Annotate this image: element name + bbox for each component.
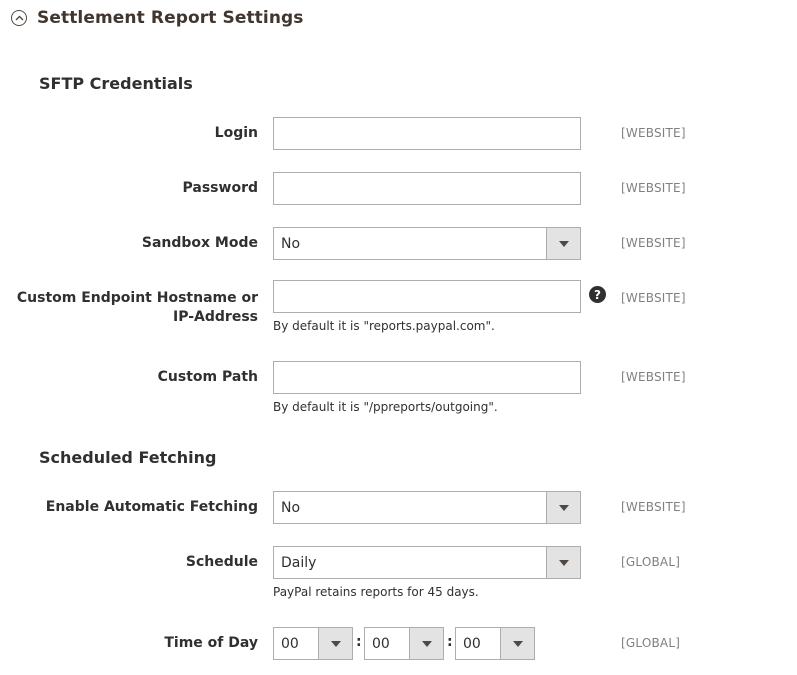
chevron-down-icon[interactable] (546, 228, 580, 259)
password-scope: [WEBSITE] (621, 181, 686, 195)
sftp-credentials-heading: SFTP Credentials (39, 74, 193, 93)
password-input[interactable] (273, 172, 581, 205)
schedule-label: Schedule (185, 554, 258, 570)
hostname-label: Custom Endpoint Hostname or IP-Address (16, 290, 258, 325)
chevron-down-icon[interactable] (409, 628, 443, 659)
password-label: Password (182, 180, 258, 196)
help-icon[interactable]: ? (589, 286, 606, 303)
second-value: 00 (463, 635, 481, 652)
custom-path-scope: [WEBSITE] (621, 370, 686, 384)
enable-fetching-select[interactable]: No (273, 491, 581, 524)
custom-path-input[interactable] (273, 361, 581, 394)
hostname-scope: [WEBSITE] (621, 291, 686, 305)
schedule-value: Daily (281, 554, 317, 571)
scheduled-fetching-heading: Scheduled Fetching (39, 448, 217, 467)
enable-fetching-value: No (281, 499, 301, 516)
section-header[interactable]: Settlement Report Settings (11, 6, 304, 30)
chevron-down-icon[interactable] (546, 547, 580, 578)
chevron-down-icon[interactable] (500, 628, 534, 659)
chevron-down-icon[interactable] (546, 492, 580, 523)
time-of-day-scope: [GLOBAL] (621, 636, 681, 650)
login-scope: [WEBSITE] (621, 126, 686, 140)
section-title: Settlement Report Settings (37, 8, 304, 28)
schedule-scope: [GLOBAL] (621, 555, 681, 569)
sandbox-mode-select[interactable]: No (273, 227, 581, 260)
chevron-down-icon[interactable] (318, 628, 352, 659)
sandbox-mode-value: No (281, 235, 301, 252)
chevron-up-icon[interactable] (11, 10, 27, 26)
hostname-note: By default it is "reports.paypal.com". (273, 319, 495, 333)
second-select[interactable]: 00 (455, 627, 535, 660)
hour-value: 00 (281, 635, 299, 652)
custom-path-note: By default it is "/ppreports/outgoing". (273, 400, 498, 414)
sandbox-mode-label: Sandbox Mode (141, 235, 258, 251)
minute-select[interactable]: 00 (364, 627, 444, 660)
hostname-input[interactable] (273, 280, 581, 313)
login-input[interactable] (273, 117, 581, 150)
time-separator: : (447, 634, 453, 650)
hour-select[interactable]: 00 (273, 627, 353, 660)
enable-fetching-label: Enable Automatic Fetching (45, 499, 258, 515)
time-of-day-label: Time of Day (164, 635, 258, 651)
time-separator: : (356, 634, 362, 650)
custom-path-label: Custom Path (157, 369, 258, 385)
schedule-note: PayPal retains reports for 45 days. (273, 585, 479, 599)
login-label: Login (214, 125, 258, 141)
sandbox-mode-scope: [WEBSITE] (621, 236, 686, 250)
enable-fetching-scope: [WEBSITE] (621, 500, 686, 514)
minute-value: 00 (372, 635, 390, 652)
settlement-report-settings-page: Settlement Report Settings SFTP Credenti… (0, 0, 797, 675)
schedule-select[interactable]: Daily (273, 546, 581, 579)
